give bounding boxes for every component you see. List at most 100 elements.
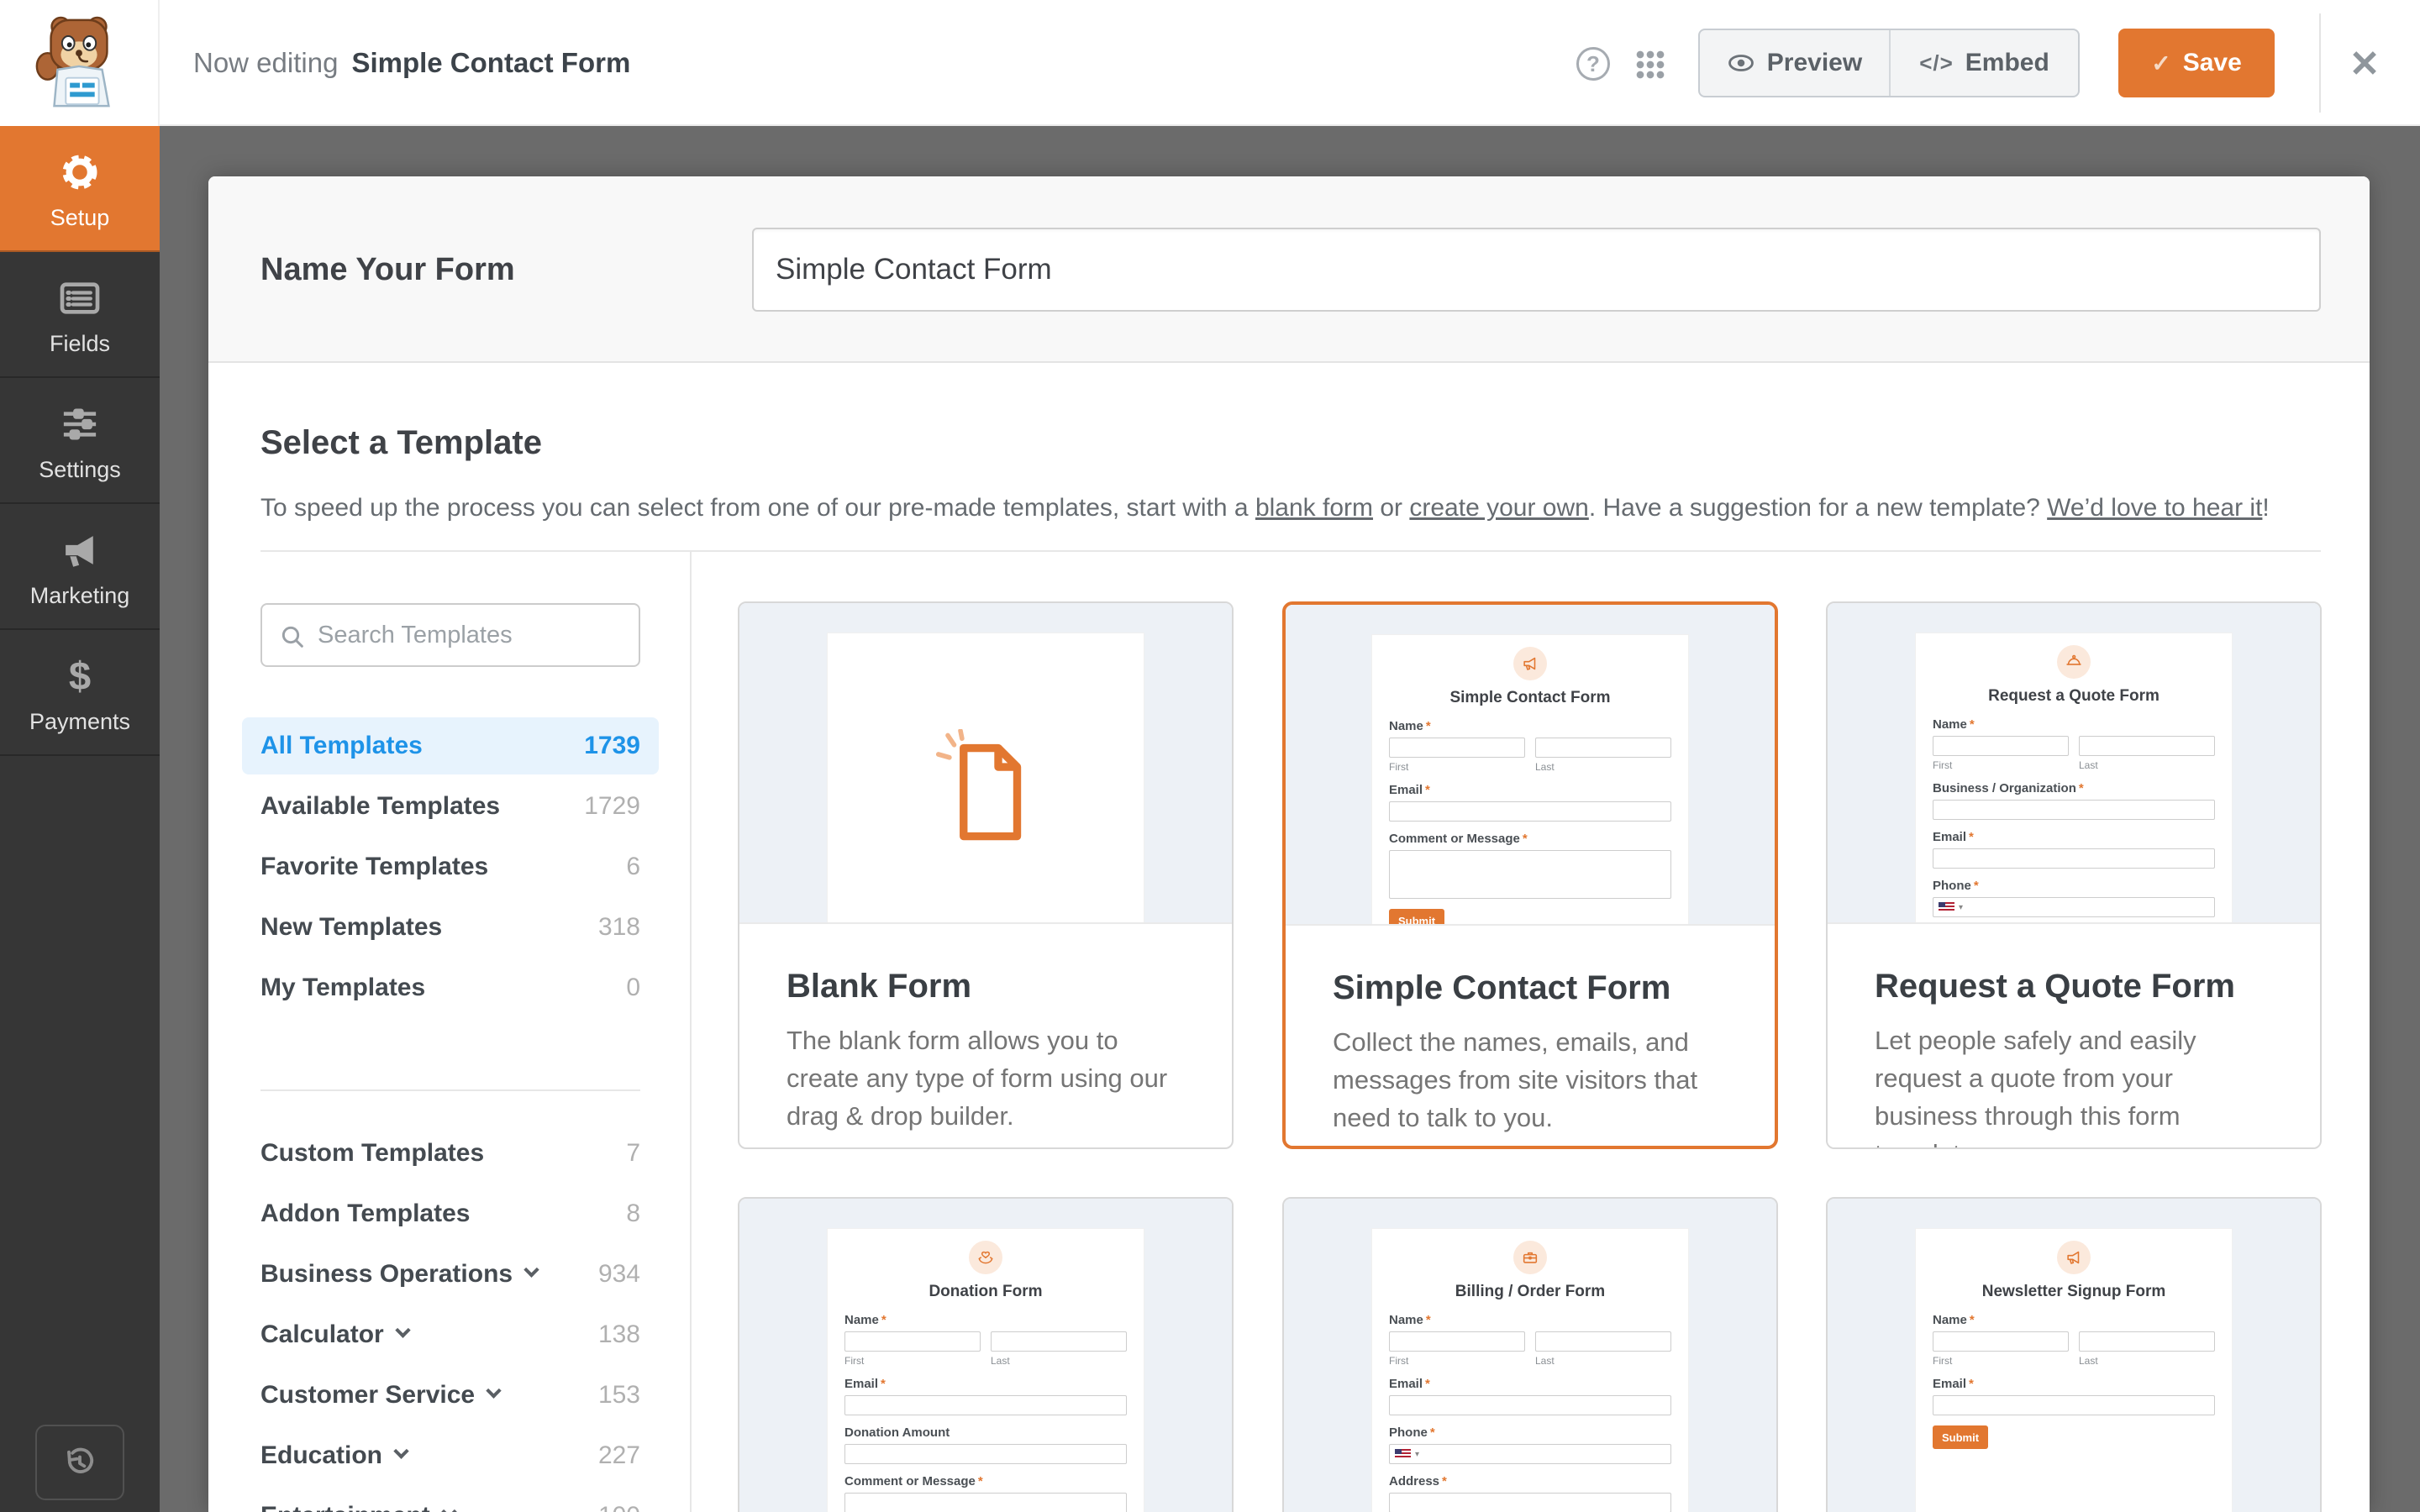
template-card-donation-form[interactable]: Donation Form Name * First Last Email * Donatio… (738, 1197, 1234, 1512)
category-label: Calculator (260, 1320, 411, 1349)
mini-input (1933, 1331, 2069, 1352)
required-asterisk: * (1442, 1474, 1447, 1488)
gear-icon (55, 148, 104, 197)
mini-form-title: Donation Form (929, 1283, 1043, 1300)
preview-button[interactable]: Preview (1700, 30, 1889, 96)
sidebar-item-payments[interactable]: $ Payments (0, 630, 160, 756)
mini-field-submit: Submit (1933, 1425, 2215, 1449)
mini-field-label: Donation Amount (844, 1425, 950, 1440)
sidebar-item-settings[interactable]: Settings (0, 378, 160, 504)
category-count: 0 (626, 974, 640, 1001)
create-your-own-link[interactable]: create your own (1409, 494, 1588, 522)
help-button[interactable]: ? (1576, 47, 1610, 81)
category-row-available-templates[interactable]: Available Templates 1729 (242, 778, 659, 835)
card-description: Collect the names, emails, and messages … (1333, 1027, 1698, 1132)
sidebar-item-setup[interactable]: Setup (0, 126, 160, 252)
mini-field-label: Business / Organization * (1933, 781, 2084, 795)
caret-down-icon: ▾ (1959, 902, 1964, 912)
category-label: Education (260, 1441, 409, 1470)
template-card-request-a-quote-form[interactable]: Request a Quote Form Name * First Last Busine… (1826, 601, 2322, 1149)
mini-sublabel: First (844, 1355, 865, 1367)
history-button[interactable] (35, 1425, 124, 1500)
mini-field-name: Name * First Last (844, 1313, 1127, 1367)
save-button[interactable]: ✓ Save (2118, 29, 2275, 97)
category-count: 7 (626, 1139, 640, 1167)
code-icon: </> (1919, 50, 1954, 76)
category-row-my-templates[interactable]: My Templates 0 (242, 959, 659, 1016)
category-list-secondary: Custom Templates 7 Addon Templates 8 Busines… (242, 1125, 659, 1512)
form-name-input[interactable] (752, 228, 2321, 312)
dollar-icon: $ (55, 652, 104, 701)
category-row-custom-templates[interactable]: Custom Templates 7 (242, 1125, 659, 1182)
category-row-customer-service[interactable]: Customer Service 153 (242, 1367, 659, 1424)
template-card-simple-contact-form[interactable]: Simple Contact Form Name * First Last Email * C… (1282, 601, 1778, 1149)
column-divider (690, 552, 692, 1512)
mini-field-input: Address * (1389, 1474, 1671, 1512)
template-card-newsletter-signup-form[interactable]: Newsletter Signup Form Name * First Last Emai… (1826, 1197, 2322, 1512)
mini-form-title: Simple Contact Form (1449, 689, 1611, 706)
mini-input (1389, 1395, 1671, 1415)
category-row-all-templates[interactable]: All Templates 1739 (242, 717, 659, 774)
bear-mascot-icon (35, 16, 110, 108)
category-count: 227 (597, 1441, 640, 1469)
category-count: 6 (626, 853, 640, 880)
mini-field-label: Email * (1389, 783, 1430, 797)
suggestion-link[interactable]: We’d love to hear it (2047, 494, 2262, 522)
mini-field-label: Email * (1389, 1377, 1430, 1391)
mini-field-label: Phone * (1389, 1425, 1435, 1440)
close-button[interactable]: ✕ (2341, 40, 2388, 87)
category-row-favorite-templates[interactable]: Favorite Templates 6 (242, 838, 659, 895)
required-asterisk: * (1425, 719, 1431, 733)
category-label: Entertainment (260, 1502, 457, 1512)
mini-input (1389, 1493, 1671, 1512)
category-count: 8 (626, 1200, 640, 1227)
embed-button[interactable]: </> Embed (1889, 30, 2078, 96)
required-asterisk: * (2078, 781, 2084, 795)
category-row-education[interactable]: Education 227 (242, 1427, 659, 1484)
chevron-down-icon (395, 1321, 411, 1338)
category-count: 1739 (584, 732, 640, 759)
category-count: 1729 (584, 792, 640, 820)
mini-input (1535, 1331, 1671, 1352)
mini-sublabel: Last (2079, 759, 2098, 771)
card-preview: Request a Quote Form Name * First Last Busine… (1828, 603, 2320, 922)
category-label: Custom Templates (260, 1139, 485, 1167)
mini-input (1389, 801, 1671, 822)
sidebar-item-label: Settings (39, 456, 121, 482)
mini-form-page: Donation Form Name * First Last Email * Donatio… (828, 1229, 1144, 1512)
category-row-business-operations[interactable]: Business Operations 934 (242, 1246, 659, 1303)
name-your-form-section: Name Your Form (208, 176, 2370, 363)
mini-form-title: Newsletter Signup Form (1981, 1283, 2166, 1300)
editing-header: Now editing Simple Contact Form (193, 0, 630, 126)
required-asterisk: * (1969, 1313, 1975, 1327)
required-asterisk: * (1973, 879, 1979, 893)
sidebar-item-fields[interactable]: Fields (0, 252, 160, 378)
card-description: Let people safely and easily request a q… (1875, 1026, 2196, 1147)
mini-field-textarea: Comment or Message * (844, 1474, 1127, 1512)
mini-field-name: Name * First Last (1389, 1313, 1671, 1367)
sidebar-item-label: Payments (29, 708, 131, 734)
sidebar-item-label: Fields (49, 330, 111, 356)
category-count: 318 (597, 913, 640, 941)
required-asterisk: * (881, 1377, 886, 1391)
sidebar-item-marketing[interactable]: Marketing (0, 504, 160, 630)
us-flag-icon (1939, 902, 1954, 912)
category-row-calculator[interactable]: Calculator 138 (242, 1306, 659, 1363)
category-row-addon-templates[interactable]: Addon Templates 8 (242, 1185, 659, 1242)
fields-icon (55, 274, 104, 323)
required-asterisk: * (1425, 1313, 1431, 1327)
search-templates-input[interactable] (318, 605, 637, 665)
mini-field-input: Donation Amount (844, 1425, 1127, 1464)
apps-grid-icon[interactable] (1635, 50, 1665, 80)
blank-form-link[interactable]: blank form (1255, 494, 1373, 522)
category-row-new-templates[interactable]: New Templates 318 (242, 899, 659, 956)
template-card-blank-form[interactable]: Blank Form The blank form allows you to c… (738, 601, 1234, 1149)
template-card-billing-order-form[interactable]: Billing / Order Form Name * First Last Email *… (1282, 1197, 1778, 1512)
category-label: New Templates (260, 913, 443, 941)
mini-input (1933, 848, 2215, 869)
category-label: All Templates (260, 732, 423, 759)
card-info: Request a Quote Form Let people safely an… (1828, 922, 2320, 1147)
mini-field-textarea: Comment or Message * (1389, 832, 1671, 899)
card-preview: Newsletter Signup Form Name * First Last Emai… (1828, 1199, 2320, 1512)
category-row-entertainment[interactable]: Entertainment 100 (242, 1488, 659, 1512)
